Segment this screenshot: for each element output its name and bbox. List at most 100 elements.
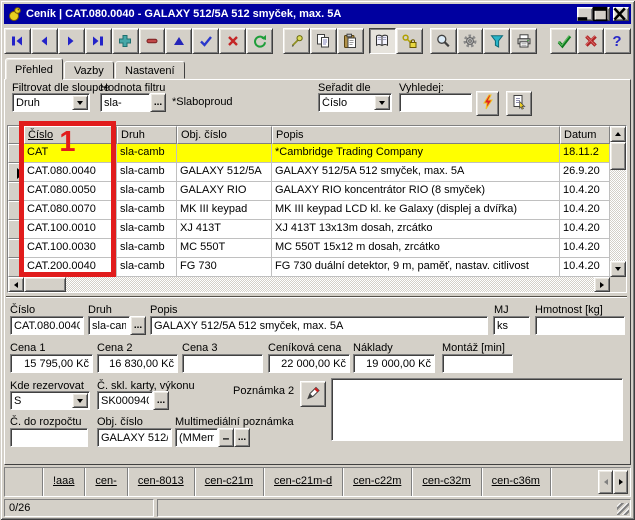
poznamka2-edit-button[interactable] bbox=[300, 381, 326, 407]
grid-row[interactable]: CAT.080.0050sla-cambGALAXY RIOGALAXY RIO… bbox=[8, 182, 626, 201]
post-record-button[interactable] bbox=[192, 28, 219, 54]
grid-cell[interactable]: MC 550T 15x12 m dosah, zrcátko bbox=[272, 239, 560, 258]
kde-rezervovat-combo[interactable]: S bbox=[10, 391, 90, 410]
help-button[interactable]: ? bbox=[604, 28, 631, 54]
filter-button[interactable] bbox=[483, 28, 510, 54]
scroll-left-button[interactable] bbox=[8, 277, 24, 292]
bottom-tab-cen-c21m[interactable]: cen-c21m bbox=[195, 468, 264, 496]
bottom-tab-cen-8013[interactable]: cen-8013 bbox=[128, 468, 195, 496]
column-header-5[interactable]: Datum bbox=[560, 126, 610, 144]
kde-rezervovat-dropdown-button[interactable] bbox=[72, 393, 88, 408]
grid-cell[interactable]: FG 730 bbox=[177, 258, 272, 277]
grid-cell[interactable]: MK III keypad bbox=[177, 201, 272, 220]
grid-cell[interactable]: 18.11.2 bbox=[560, 144, 610, 163]
bottom-tab-cen-c32m[interactable]: cen-c32m bbox=[412, 468, 481, 496]
druh-ellipsis-button[interactable]: ... bbox=[130, 316, 146, 335]
cena2-field[interactable] bbox=[97, 354, 178, 373]
grid-cell[interactable]: CAT.200.0040 bbox=[24, 258, 117, 277]
search-button[interactable] bbox=[430, 28, 457, 54]
mm-poznamka-field[interactable] bbox=[175, 428, 218, 447]
row-indicator-cell[interactable] bbox=[8, 239, 24, 258]
c-do-rozpoctu-field[interactable] bbox=[10, 428, 88, 447]
column-header-4[interactable]: Popis bbox=[272, 126, 560, 144]
row-indicator-cell[interactable] bbox=[8, 182, 24, 201]
grid-row[interactable]: CAT.080.0040sla-cambGALAXY 512/5AGALAXY … bbox=[8, 163, 626, 182]
close-form-button[interactable] bbox=[577, 28, 604, 54]
grid-cell[interactable]: sla-camb bbox=[117, 144, 177, 163]
sort-combo[interactable]: Číslo bbox=[318, 93, 392, 112]
row-indicator-cell[interactable] bbox=[8, 258, 24, 277]
row-indicator-cell[interactable] bbox=[8, 163, 24, 182]
grid-cell[interactable]: GALAXY 512/5A 512 smyček, max. 5A bbox=[272, 163, 560, 182]
confirm-button[interactable] bbox=[550, 28, 577, 54]
grid-cell[interactable]: 10.4.20 bbox=[560, 201, 610, 220]
obj-cislo-field[interactable] bbox=[97, 428, 172, 447]
mm-poznamka-minus-button[interactable]: – bbox=[218, 428, 234, 447]
grid-cell[interactable]: 10.4.20 bbox=[560, 182, 610, 201]
row-indicator-cell[interactable] bbox=[8, 201, 24, 220]
column-header-2[interactable]: Druh bbox=[117, 126, 177, 144]
grid-vertical-scrollbar[interactable] bbox=[610, 126, 626, 277]
column-header-3[interactable]: Obj. číslo bbox=[177, 126, 272, 144]
grid-cell[interactable]: CAT.100.0010 bbox=[24, 220, 117, 239]
bottom-tabs-scroll-right-button[interactable] bbox=[613, 470, 628, 494]
bottom-tab-cen-c36m[interactable]: cen-c36m bbox=[482, 468, 551, 496]
horizontal-scroll-thumb[interactable] bbox=[24, 277, 66, 292]
nav-last-button[interactable] bbox=[85, 28, 112, 54]
grid-cell[interactable]: sla-camb bbox=[117, 182, 177, 201]
scroll-right-button[interactable] bbox=[594, 277, 610, 292]
filter-value-input[interactable] bbox=[100, 93, 150, 112]
naklady-field[interactable] bbox=[353, 354, 435, 373]
grid-row[interactable]: CAT.080.0070sla-cambMK III keypadMK III … bbox=[8, 201, 626, 220]
close-button[interactable] bbox=[613, 7, 629, 21]
grid-cell[interactable]: *Cambridge Trading Company bbox=[272, 144, 560, 163]
grid-row[interactable]: CATsla-camb*Cambridge Trading Company18.… bbox=[8, 144, 626, 163]
cena3-field[interactable] bbox=[182, 354, 263, 373]
druh-field[interactable] bbox=[88, 316, 130, 335]
nav-next-button[interactable] bbox=[58, 28, 85, 54]
bottom-tab--aaa[interactable]: !aaa bbox=[43, 468, 85, 496]
grid-cell[interactable]: 10.4.20 bbox=[560, 220, 610, 239]
row-indicator-cell[interactable] bbox=[8, 144, 24, 163]
grid-cell[interactable]: XJ 413T bbox=[177, 220, 272, 239]
vertical-scroll-thumb[interactable] bbox=[610, 142, 626, 170]
bottom-tab-cen-[interactable]: cen- bbox=[85, 468, 127, 496]
search-input[interactable] bbox=[399, 93, 472, 112]
poznamka2-textarea[interactable] bbox=[331, 378, 623, 441]
row-indicator-cell[interactable] bbox=[8, 220, 24, 239]
popis-field[interactable] bbox=[150, 316, 488, 335]
grid-row[interactable]: CAT.100.0010sla-cambXJ 413TXJ 413T 13x13… bbox=[8, 220, 626, 239]
grid-cell[interactable]: GALAXY 512/5A bbox=[177, 163, 272, 182]
grid-cell[interactable]: 26.9.20 bbox=[560, 163, 610, 182]
grid-cell[interactable]: GALAXY RIO bbox=[177, 182, 272, 201]
edit-record-button[interactable] bbox=[165, 28, 192, 54]
tab-prehled[interactable]: Přehled bbox=[5, 58, 63, 80]
column-select-button[interactable] bbox=[506, 91, 532, 116]
grid-cell[interactable]: CAT.080.0050 bbox=[24, 182, 117, 201]
keys-lock-button[interactable] bbox=[396, 28, 423, 54]
grid-cell[interactable]: sla-camb bbox=[117, 239, 177, 258]
nav-first-button[interactable] bbox=[4, 28, 31, 54]
montaz-field[interactable] bbox=[442, 354, 513, 373]
filter-column-combo[interactable]: Druh bbox=[12, 93, 90, 112]
grid-cell[interactable]: CAT.080.0040 bbox=[24, 163, 117, 182]
cancel-edit-button[interactable] bbox=[219, 28, 246, 54]
grid-cell[interactable]: CAT.100.0030 bbox=[24, 239, 117, 258]
print-button[interactable] bbox=[510, 28, 537, 54]
grid-cell[interactable]: MK III keypad LCD kl. ke Galaxy (displej… bbox=[272, 201, 560, 220]
grid-cell[interactable]: sla-camb bbox=[117, 220, 177, 239]
grid-cell[interactable]: 10.4.20 bbox=[560, 239, 610, 258]
mj-field[interactable] bbox=[493, 316, 530, 335]
filter-column-dropdown-button[interactable] bbox=[72, 95, 88, 110]
browse-book-button[interactable] bbox=[369, 28, 396, 54]
pin-button[interactable] bbox=[283, 28, 310, 54]
sort-dropdown-button[interactable] bbox=[374, 95, 390, 110]
bottom-tabs-scroll-left-button[interactable] bbox=[598, 470, 613, 494]
grid-row[interactable]: CAT.200.0040sla-cambFG 730FG 730 duální … bbox=[8, 258, 626, 277]
minimize-button[interactable] bbox=[577, 7, 593, 21]
search-execute-button[interactable] bbox=[476, 91, 499, 116]
scroll-down-button[interactable] bbox=[610, 261, 626, 277]
skl-karta-ellipsis-button[interactable]: ... bbox=[153, 391, 169, 410]
bottom-tab-cen-c21m-d[interactable]: cen-c21m-d bbox=[264, 468, 343, 496]
grid-row[interactable]: CAT.100.0030sla-cambMC 550TMC 550T 15x12… bbox=[8, 239, 626, 258]
